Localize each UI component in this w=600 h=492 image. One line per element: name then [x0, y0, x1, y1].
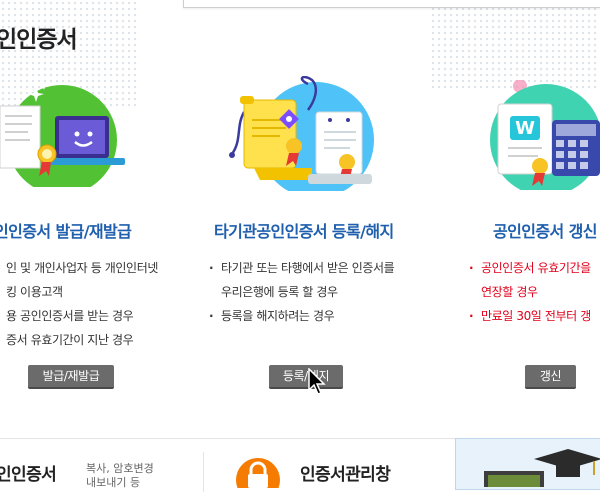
renew-button[interactable]: 갱신: [525, 365, 576, 389]
list-item: 만료일 30일 전부터 갱: [469, 304, 591, 328]
dot-pattern-right: [430, 0, 600, 90]
certificate-scroll-icon: [229, 76, 374, 191]
graduate-icon: [484, 449, 600, 487]
bottom-cert-title: 인인증서: [0, 465, 57, 485]
page-title: 인인증서: [0, 27, 78, 53]
card-issue-title: 인인증서 발급/재발급: [0, 222, 132, 241]
list-item: 인 및 개인사업자 등 개인인터넷: [6, 261, 158, 275]
list-item: 증서 유효기간이 지난 경우: [6, 333, 134, 347]
card-renew-title: 공인인증서 갱신: [493, 222, 597, 241]
bottom-cert-sub-1: 복사, 암호변경: [86, 462, 154, 475]
card-issue-desc: 인 및 개인사업자 등 개인인터넷 킹 이용고객 용 공인인증서를 받는 경우 …: [0, 256, 158, 352]
svg-text:W: W: [515, 118, 535, 139]
bottom-cert-sub-2: 내보내기 등: [86, 476, 141, 489]
cert-manager-title[interactable]: 인증서관리창: [300, 460, 391, 485]
certificate-laptop-icon: [0, 82, 125, 187]
card-renew-desc: 공인인증서 유효기간을 연장할 경우 만료일 30일 전부터 갱: [469, 256, 591, 328]
list-item: 등록을 해지하려는 경우: [209, 304, 394, 328]
list-item: 타기관 또는 타행에서 받은 인증서를: [209, 256, 395, 280]
list-item: 연장할 경우: [481, 285, 538, 299]
section-divider: [0, 438, 455, 439]
issue-button[interactable]: 발급/재발급: [28, 365, 114, 389]
register-button[interactable]: 등록/해지: [269, 365, 343, 389]
card-register-title: 타기관공인인증서 등록/해지: [214, 222, 394, 241]
column-divider: [203, 452, 204, 492]
promo-banner[interactable]: [455, 438, 600, 490]
certificate-calculator-icon: W: [490, 80, 600, 190]
list-item: 공인인증서 유효기간을: [469, 256, 591, 280]
list-item: 용 공인인증서를 받는 경우: [6, 309, 134, 323]
card-register-desc: 타기관 또는 타행에서 받은 인증서를 우리은행에 등록 할 경우 등록을 해지…: [209, 256, 395, 328]
mouse-pointer-icon: [308, 368, 326, 395]
top-search-box[interactable]: [183, 0, 600, 8]
list-item: 킹 이용고객: [6, 285, 63, 299]
list-item: 우리은행에 등록 할 경우: [221, 285, 338, 299]
